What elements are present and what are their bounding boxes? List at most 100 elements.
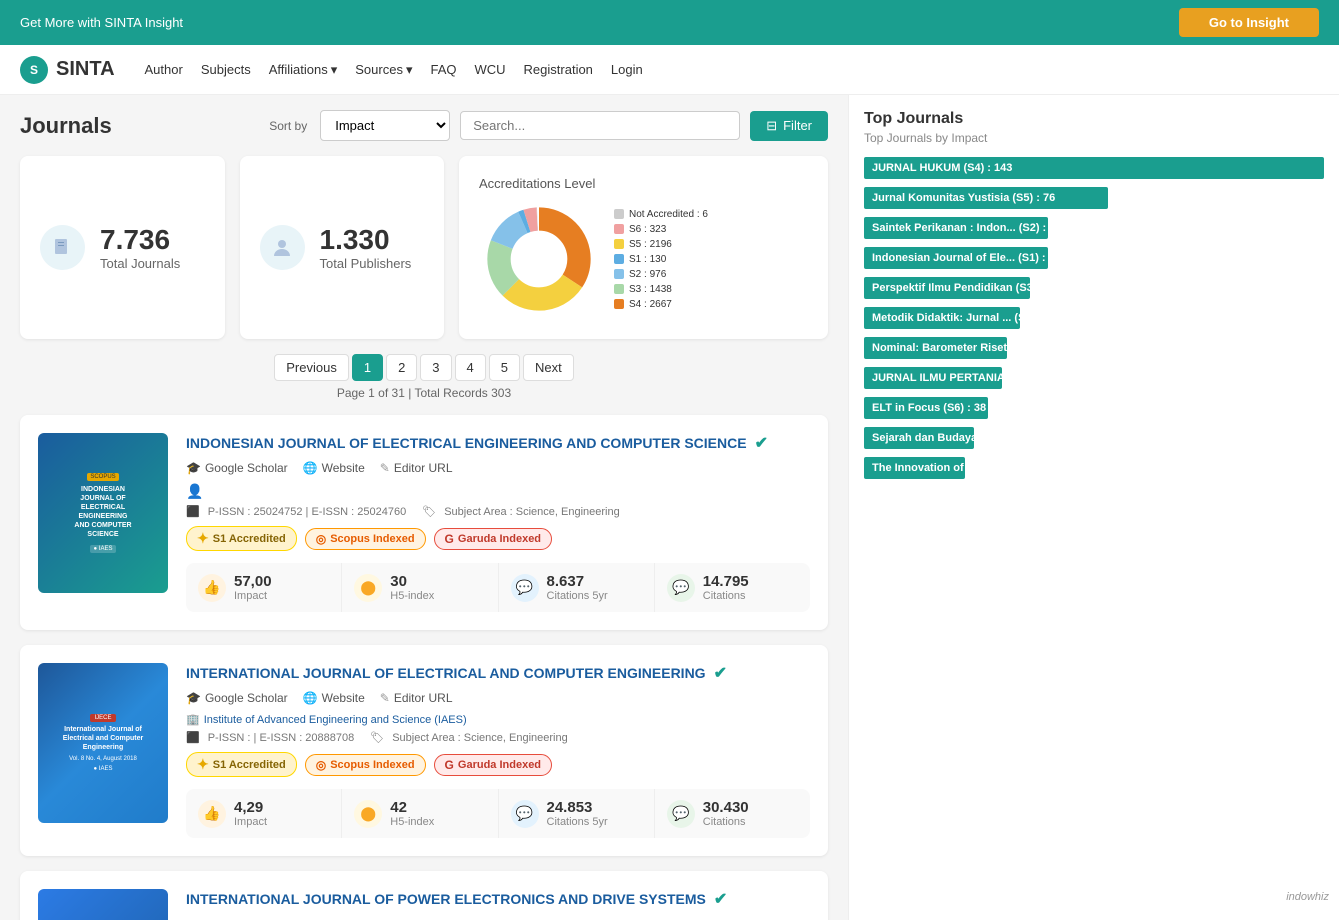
- cite5-metric-2: 💬 24.853 Citations 5yr: [499, 789, 655, 838]
- prev-button[interactable]: Previous: [274, 354, 349, 381]
- legend-s4: S4 : 2667: [614, 299, 708, 310]
- journal-info-2: INTERNATIONAL JOURNAL OF ELECTRICAL AND …: [186, 663, 810, 838]
- impact-icon-2: 👍: [198, 800, 226, 828]
- total-journals-label: Total Journals: [100, 256, 180, 271]
- chevron-down-icon: ▾: [331, 62, 338, 78]
- left-content: Journals Sort by Impact Name Citations ⊟…: [0, 95, 848, 920]
- page-info: Page 1 of 31 | Total Records 303: [337, 386, 511, 400]
- page-5-button[interactable]: 5: [489, 354, 520, 381]
- bar-track-5[interactable]: Metodik Didaktik: Jurnal ... (S4) : 49: [864, 307, 1020, 329]
- issn-icon-2: ⬛: [186, 731, 200, 744]
- insight-button[interactable]: Go to Insight: [1179, 8, 1319, 37]
- bar-track-7[interactable]: JURNAL ILMU PERTANIAN (S4) : 43: [864, 367, 1002, 389]
- bar-track-3[interactable]: Indonesian Journal of Ele... (S1) : 57: [864, 247, 1048, 269]
- bar-track-6[interactable]: Nominal: Barometer Riset ... (S3) : 43.8: [864, 337, 1007, 359]
- bar-track-8[interactable]: ELT in Focus (S6) : 38: [864, 397, 988, 419]
- globe-icon-1: 🌐: [303, 461, 318, 475]
- brand[interactable]: S SINTA: [20, 56, 115, 84]
- h5-metric-1: ⬤ 30 H5-index: [342, 563, 498, 612]
- sidebar-bar-6: Nominal: Barometer Riset ... (S3) : 43.8: [864, 337, 1324, 359]
- bar-track-2[interactable]: Saintek Perikanan : Indon... (S2) : 57: [864, 217, 1048, 239]
- editor-link-2[interactable]: ✎ Editor URL: [380, 691, 453, 705]
- journals-stat-text: 7.736 Total Journals: [100, 224, 180, 271]
- nav-faq[interactable]: FAQ: [430, 62, 456, 77]
- issn-icon-1: ⬛: [186, 505, 200, 518]
- bar-track-10[interactable]: The Innovation of Social ... (S5) : 31.7…: [864, 457, 965, 479]
- cite-icon-1: 💬: [667, 574, 695, 602]
- filter-button[interactable]: ⊟ Filter: [750, 111, 828, 141]
- journal-title-2[interactable]: INTERNATIONAL JOURNAL OF ELECTRICAL AND …: [186, 663, 810, 683]
- s1-badge-2: ✦ S1 Accredited: [186, 752, 297, 777]
- bar-track-1[interactable]: Jurnal Komunitas Yustisia (S5) : 76: [864, 187, 1108, 209]
- nav-links: Author Subjects Affiliations ▾ Sources ▾…: [145, 62, 643, 78]
- stats-row: 7.736 Total Journals 1.330 Total Publish…: [20, 156, 828, 339]
- impact-values-2: 4,29 Impact: [234, 799, 267, 828]
- sidebar-bars: JURNAL HUKUM (S4) : 143 Jurnal Komunitas…: [864, 157, 1324, 479]
- sort-select[interactable]: Impact Name Citations: [320, 110, 450, 141]
- bar-track-4[interactable]: Perspektif Ilmu Pendidikan (S3) : 52.285…: [864, 277, 1030, 299]
- globe-icon-2: 🌐: [303, 691, 318, 705]
- editor-link-1[interactable]: ✎ Editor URL: [380, 461, 453, 475]
- cite-metric-1: 💬 14.795 Citations: [655, 563, 810, 612]
- editor-icon-2: ✎: [380, 691, 390, 705]
- bar-track-0[interactable]: JURNAL HUKUM (S4) : 143: [864, 157, 1324, 179]
- website-link-1[interactable]: 🌐 Website: [303, 461, 365, 475]
- sidebar-bar-2: Saintek Perikanan : Indon... (S2) : 57: [864, 217, 1324, 239]
- journal-title-3[interactable]: INTERNATIONAL JOURNAL OF POWER ELECTRONI…: [186, 889, 810, 909]
- nav-subjects[interactable]: Subjects: [201, 62, 251, 77]
- page-4-button[interactable]: 4: [455, 354, 486, 381]
- total-publishers-label: Total Publishers: [320, 256, 412, 271]
- chevron-down-icon: ▾: [406, 62, 413, 78]
- page-3-button[interactable]: 3: [420, 354, 451, 381]
- page-1-button[interactable]: 1: [352, 354, 383, 381]
- sidebar-bar-0: JURNAL HUKUM (S4) : 143: [864, 157, 1324, 179]
- nav-login[interactable]: Login: [611, 62, 643, 77]
- accreditation-chart-card: Accreditations Level: [459, 156, 828, 339]
- metrics-row-1: 👍 57,00 Impact ⬤ 30 H5-index: [186, 563, 810, 612]
- nav-wcu[interactable]: WCU: [475, 62, 506, 77]
- nav-registration[interactable]: Registration: [524, 62, 593, 77]
- cite5-icon-2: 💬: [511, 800, 539, 828]
- sidebar-bar-8: ELT in Focus (S6) : 38: [864, 397, 1324, 419]
- nav-author[interactable]: Author: [145, 62, 183, 77]
- verified-icon-3: ✔: [714, 889, 727, 909]
- sidebar-bar-10: The Innovation of Social ... (S5) : 31.7…: [864, 457, 1324, 479]
- verified-icon-2: ✔: [714, 663, 727, 683]
- legend-s6: S6 : 323: [614, 224, 708, 235]
- banner-text: Get More with SINTA Insight: [20, 15, 183, 30]
- legend-s3: S3 : 1438: [614, 284, 708, 295]
- scholar-link-2[interactable]: 🎓 Google Scholar: [186, 691, 288, 705]
- h5-icon-2: ⬤: [354, 800, 382, 828]
- sort-label: Sort by: [269, 119, 307, 133]
- scholar-icon-2: 🎓: [186, 691, 201, 705]
- garuda-icon-2: G: [445, 758, 454, 772]
- h5-metric-2: ⬤ 42 H5-index: [342, 789, 498, 838]
- legend-s2: S2 : 976: [614, 269, 708, 280]
- snowflake-icon-2: ✦: [197, 756, 209, 773]
- page-title: Journals: [20, 113, 112, 139]
- sort-search-area: Sort by Impact Name Citations ⊟ Filter: [269, 110, 828, 141]
- cite5-metric-1: 💬 8.637 Citations 5yr: [499, 563, 655, 612]
- navbar: S SINTA Author Subjects Affiliations ▾ S…: [0, 45, 1339, 95]
- sidebar-bar-4: Perspektif Ilmu Pendidikan (S3) : 52.285…: [864, 277, 1324, 299]
- bar-track-9[interactable]: Sejarah dan Budaya : Jurn... (S3) : 34: [864, 427, 974, 449]
- journal-title-1[interactable]: INDONESIAN JOURNAL OF ELECTRICAL ENGINEE…: [186, 433, 810, 453]
- cite-icon-2: 💬: [667, 800, 695, 828]
- website-link-2[interactable]: 🌐 Website: [303, 691, 365, 705]
- nav-affiliations[interactable]: Affiliations ▾: [269, 62, 338, 78]
- impact-values-1: 57,00 Impact: [234, 573, 272, 602]
- sidebar-bar-5: Metodik Didaktik: Jurnal ... (S4) : 49: [864, 307, 1324, 329]
- nav-sources[interactable]: Sources ▾: [355, 62, 412, 78]
- right-sidebar: Top Journals Top Journals by Impact JURN…: [848, 95, 1339, 920]
- pagination-area: Previous 1 2 3 4 5 Next Page 1 of 31 | T…: [20, 354, 828, 400]
- page-2-button[interactable]: 2: [386, 354, 417, 381]
- scholar-link-1[interactable]: 🎓 Google Scholar: [186, 461, 288, 475]
- search-input[interactable]: [460, 111, 740, 140]
- next-button[interactable]: Next: [523, 354, 574, 381]
- donut-area: Not Accredited : 6 S6 : 323 S5 : 2196: [479, 199, 808, 319]
- pagination-buttons: Previous 1 2 3 4 5 Next: [274, 354, 573, 381]
- verified-icon-1: ✔: [755, 433, 768, 453]
- publisher-link-2[interactable]: 🏢 Institute of Advanced Engineering and …: [186, 713, 810, 726]
- editor-icon-1: ✎: [380, 461, 390, 475]
- sidebar-bar-3: Indonesian Journal of Ele... (S1) : 57: [864, 247, 1324, 269]
